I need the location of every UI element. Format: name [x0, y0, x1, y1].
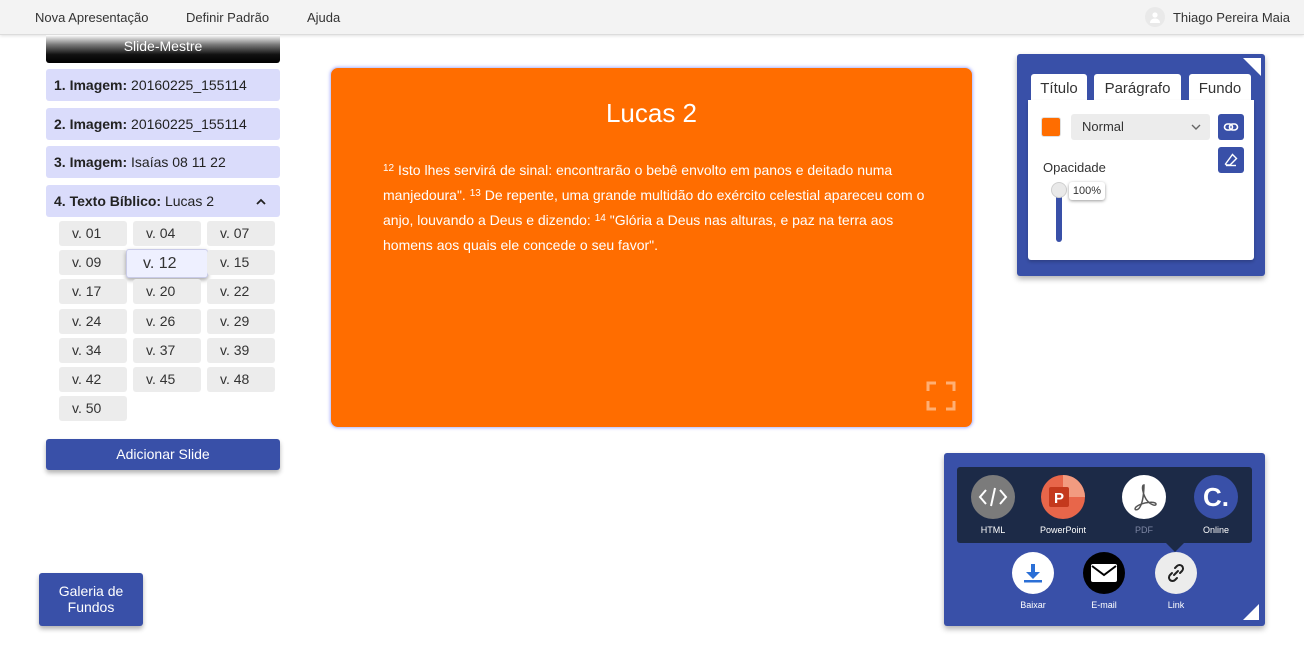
- verse-button[interactable]: v. 17: [59, 279, 127, 305]
- menu-nova-apresentacao[interactable]: Nova Apresentação: [35, 10, 148, 25]
- verse-button[interactable]: v. 34: [59, 337, 127, 363]
- powerpoint-icon: P: [1041, 475, 1085, 519]
- slide-kind: 4. Texto Bíblico:: [54, 193, 162, 209]
- slide-name: Lucas 2: [164, 193, 215, 209]
- verse-button[interactable]: v. 42: [59, 367, 127, 392]
- verse-button[interactable]: v. 22: [207, 279, 275, 305]
- verse-button[interactable]: v. 09: [59, 250, 127, 276]
- background-settings: Normal Opacidade 100%: [1028, 100, 1254, 260]
- verse-button[interactable]: v. 07: [207, 221, 275, 246]
- fullscreen-icon[interactable]: [926, 381, 956, 411]
- verse-button-active[interactable]: v. 12: [126, 249, 208, 279]
- action-link[interactable]: Link: [1146, 552, 1206, 610]
- online-logo: C.: [1203, 481, 1229, 512]
- action-link-label: Link: [1167, 600, 1185, 610]
- user-name: Thiago Pereira Maia: [1172, 9, 1290, 25]
- color-swatch[interactable]: [1041, 117, 1061, 137]
- email-icon: [1083, 552, 1125, 594]
- action-email[interactable]: E-mail: [1074, 552, 1134, 610]
- selection-pointer: [1166, 543, 1184, 552]
- online-icon: C.: [1194, 475, 1238, 519]
- verse-button[interactable]: v. 50: [59, 396, 127, 422]
- eraser-button[interactable]: [1218, 147, 1244, 173]
- avatar: [1144, 7, 1165, 27]
- user-menu[interactable]: Thiago Pereira Maia: [1144, 7, 1290, 27]
- verse-button[interactable]: v. 01: [59, 221, 127, 246]
- verse-button[interactable]: v. 29: [207, 308, 275, 334]
- slide-title: Lucas 2: [605, 98, 698, 128]
- slide-item-2[interactable]: 2. Imagem: 20160225_155114: [46, 108, 280, 140]
- action-download[interactable]: Baixar: [1003, 552, 1063, 610]
- slide-item-1[interactable]: 1. Imagem: 20160225_155114: [46, 69, 280, 101]
- resize-corner-icon[interactable]: [1243, 604, 1259, 620]
- slide-kind: 2. Imagem:: [54, 116, 128, 132]
- action-download-label: Baixar: [1020, 600, 1046, 610]
- export-powerpoint-label: PowerPoint: [1039, 525, 1087, 535]
- export-online[interactable]: C. Online: [1186, 475, 1246, 535]
- verse-number: 14: [594, 213, 606, 224]
- tab-titulo[interactable]: Título: [1031, 74, 1087, 102]
- slide-kind: 1. Imagem:: [54, 77, 128, 93]
- chain-link-icon: [1223, 123, 1239, 131]
- slide-kind: 3. Imagem:: [54, 154, 128, 170]
- slide-preview[interactable]: Lucas 2 12 Isto lhes servirá de sinal: e…: [330, 67, 973, 428]
- export-html[interactable]: HTML: [963, 475, 1023, 535]
- slide-item-4[interactable]: 4. Texto Bíblico: Lucas 2: [46, 185, 280, 217]
- verse-number: 13: [469, 188, 481, 199]
- gallery-label-line1: Galeria de: [58, 583, 124, 599]
- slide-item-3[interactable]: 3. Imagem: Isaías 08 11 22: [46, 146, 280, 178]
- verse-button[interactable]: v. 45: [133, 367, 201, 392]
- background-gallery-button[interactable]: Galeria de Fundos: [39, 573, 143, 626]
- link-style-button[interactable]: [1218, 114, 1244, 140]
- export-powerpoint[interactable]: P PowerPoint: [1033, 475, 1093, 535]
- tab-paragrafo[interactable]: Parágrafo: [1094, 74, 1181, 102]
- menu-definir-padrao[interactable]: Definir Padrão: [186, 10, 269, 25]
- export-pdf-label: PDF: [1135, 525, 1153, 535]
- verse-button[interactable]: v. 20: [133, 279, 201, 305]
- verse-button[interactable]: v. 04: [133, 221, 201, 246]
- action-email-label: E-mail: [1091, 600, 1117, 610]
- slide-name: 20160225_155114: [131, 77, 247, 93]
- verse-number: 12: [383, 163, 395, 174]
- export-html-label: HTML: [980, 525, 1006, 535]
- slide-name: 20160225_155114: [131, 116, 247, 132]
- export-online-label: Online: [1202, 525, 1229, 535]
- properties-panel: Título Parágrafo Fundo Normal Opacidade …: [1017, 54, 1265, 276]
- add-slide-button[interactable]: Adicionar Slide: [46, 439, 280, 470]
- slide-body: 12 Isto lhes servirá de sinal: encontrar…: [383, 158, 928, 258]
- slide-master-button[interactable]: Slide-Mestre: [46, 35, 280, 63]
- verse-button[interactable]: v. 48: [207, 367, 275, 392]
- verse-button[interactable]: v. 15: [207, 250, 275, 276]
- verse-button[interactable]: v. 26: [133, 308, 201, 334]
- top-bar: Nova Apresentação Definir Padrão Ajuda T…: [0, 0, 1304, 35]
- export-pdf[interactable]: PDF: [1114, 475, 1174, 535]
- export-panel: HTML P PowerPoint PDF C. Online Baixar E…: [944, 453, 1265, 626]
- opacity-slider-thumb[interactable]: [1051, 182, 1067, 198]
- code-icon: [971, 475, 1015, 519]
- link-icon: [1155, 552, 1197, 594]
- verse-button[interactable]: v. 37: [133, 337, 201, 363]
- gallery-label-line2: Fundos: [67, 599, 115, 615]
- slide-name: Isaías 08 11 22: [131, 154, 226, 170]
- chevron-down-icon: [1190, 114, 1202, 149]
- menu-ajuda[interactable]: Ajuda: [307, 10, 340, 25]
- verse-button[interactable]: v. 24: [59, 308, 127, 334]
- blend-mode-value: Normal: [1082, 119, 1124, 134]
- export-formats: HTML P PowerPoint PDF C. Online: [957, 467, 1252, 543]
- opacity-value: 100%: [1069, 182, 1105, 200]
- verse-button[interactable]: v. 39: [207, 337, 275, 363]
- svg-text:P: P: [1054, 490, 1064, 507]
- eraser-icon: [1224, 153, 1238, 167]
- download-icon: [1012, 552, 1054, 594]
- blend-mode-select[interactable]: Normal: [1071, 114, 1210, 140]
- pdf-icon: [1122, 475, 1166, 519]
- opacity-label: Opacidade: [1043, 160, 1106, 175]
- user-icon: [1149, 12, 1160, 23]
